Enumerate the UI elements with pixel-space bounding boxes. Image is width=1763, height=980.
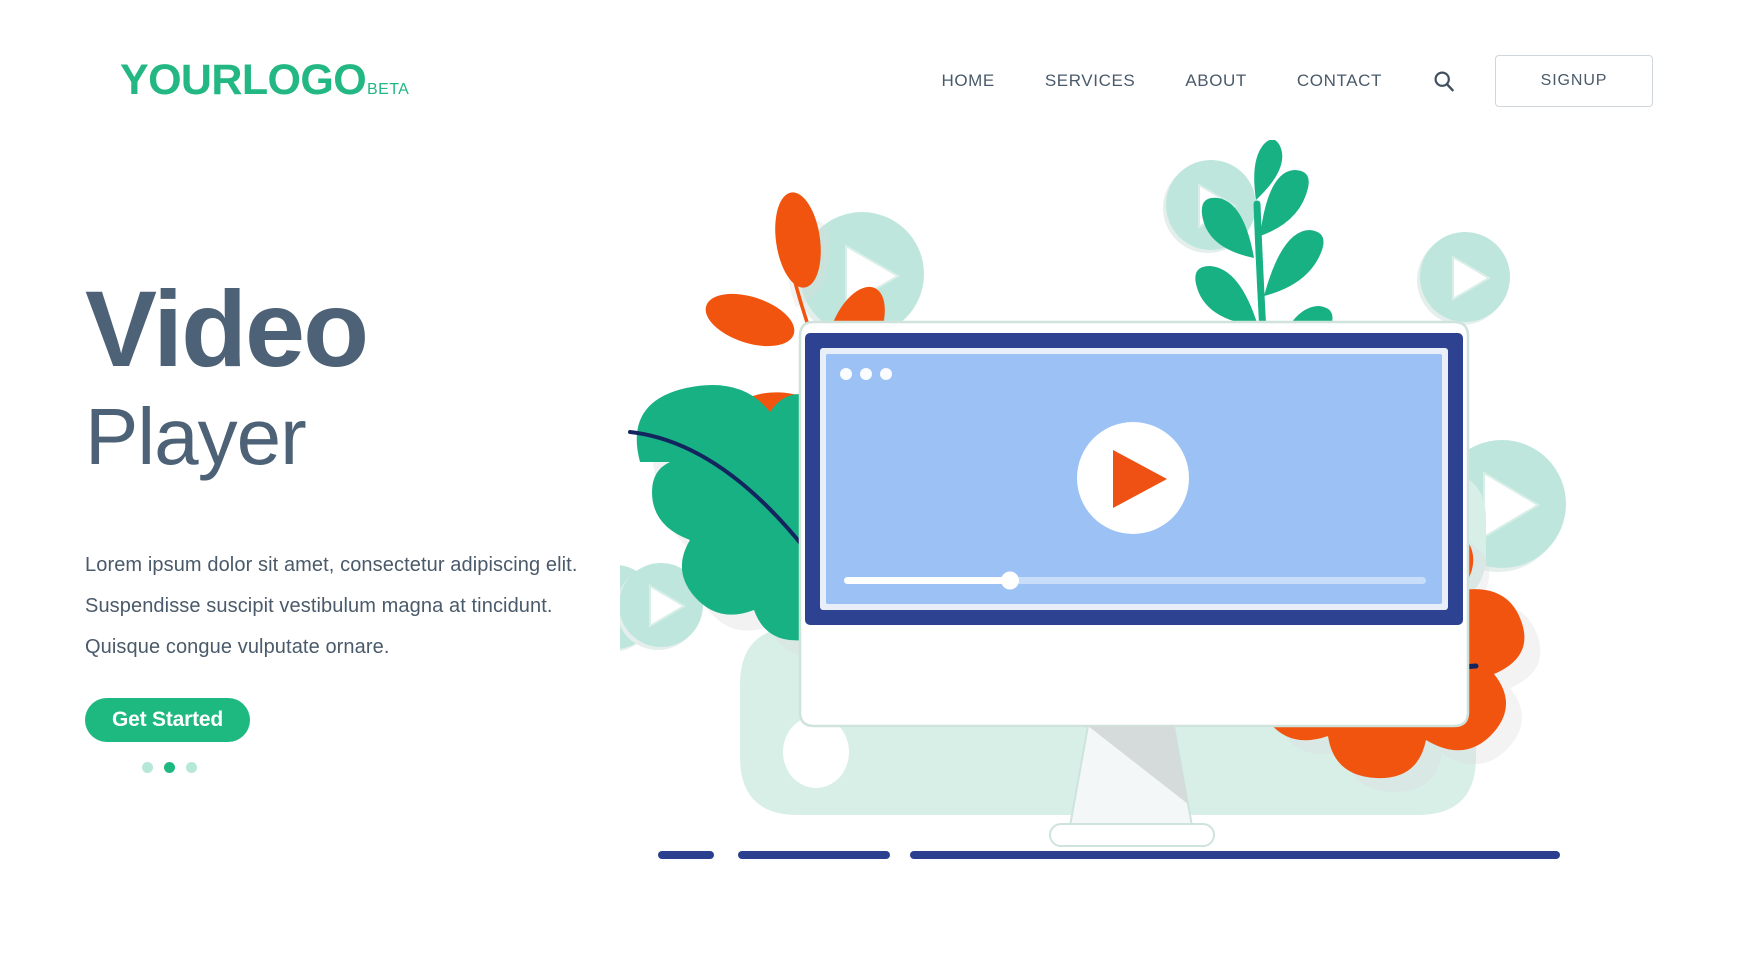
main-navigation: HOME SERVICES ABOUT CONTACT SIGNUP <box>916 55 1653 107</box>
logo-beta-badge: BETA <box>367 81 410 98</box>
baseline-lines <box>658 851 1560 859</box>
site-header: YOURLOGO BETA HOME SERVICES ABOUT CONTAC… <box>0 0 1763 148</box>
search-icon[interactable] <box>1431 68 1457 94</box>
landing-page: YOURLOGO BETA HOME SERVICES ABOUT CONTAC… <box>0 0 1763 980</box>
signup-button[interactable]: SIGNUP <box>1495 55 1653 107</box>
hero-paragraph: Lorem ipsum dolor sit amet, consectetur … <box>85 545 705 668</box>
nav-item-contact[interactable]: CONTACT <box>1272 71 1407 91</box>
logo[interactable]: YOURLOGO BETA <box>120 56 409 105</box>
page-title-line2: Player <box>85 392 307 481</box>
nav-item-home[interactable]: HOME <box>916 71 1019 91</box>
carousel-dot-1[interactable] <box>142 762 153 773</box>
carousel-dot-3[interactable] <box>186 762 197 773</box>
page-title-line1: Video <box>85 268 369 389</box>
logo-text: YOURLOGO <box>120 56 367 104</box>
hero-text-block: Video Player Lorem ipsum dolor sit amet,… <box>85 275 705 773</box>
paragraph-line-3: Quisque congue vulputate ornare. <box>85 636 390 658</box>
window-dots <box>840 368 892 380</box>
paragraph-line-2: Suspendisse suscipit vestibulum magna at… <box>85 595 553 617</box>
paragraph-line-1: Lorem ipsum dolor sit amet, consectetur … <box>85 554 578 576</box>
decorative-play-circle-far-right-top <box>1417 232 1510 325</box>
nav-item-services[interactable]: SERVICES <box>1020 71 1160 91</box>
get-started-button[interactable]: Get Started <box>85 698 250 742</box>
carousel-dot-2[interactable] <box>164 762 175 773</box>
video-player-illustration <box>620 140 1700 870</box>
nav-item-about[interactable]: ABOUT <box>1160 71 1272 91</box>
play-button <box>1077 422 1189 534</box>
